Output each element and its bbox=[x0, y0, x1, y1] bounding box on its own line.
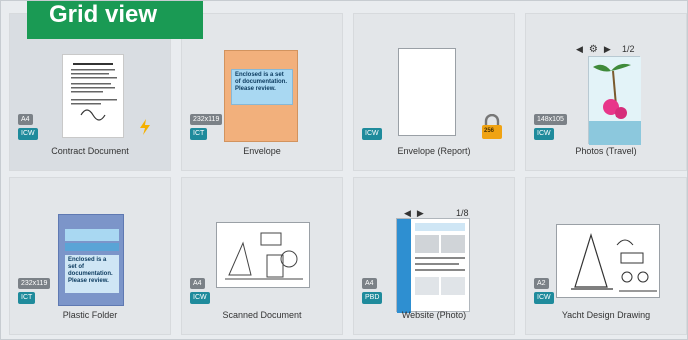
grid-item-plastic-folder[interactable]: Enclosed is a set of documentation. Plea… bbox=[9, 177, 171, 335]
page-counter: 1/8 bbox=[456, 208, 469, 218]
lock-label: 256 bbox=[484, 128, 495, 134]
item-caption: Envelope bbox=[243, 146, 281, 156]
grid-view-panel: A4 ICW Contract Document Enclosed is a s… bbox=[0, 0, 688, 340]
item-caption: Contract Document bbox=[51, 146, 129, 156]
blank-page-thumbnail bbox=[398, 48, 456, 136]
lock-icon: 256 bbox=[480, 113, 504, 140]
size-badge: A4 bbox=[362, 278, 377, 289]
photo-thumbnail bbox=[588, 56, 641, 145]
grid-item-yacht-design-drawing[interactable]: A2 ICW Yacht Design Drawing bbox=[525, 177, 687, 335]
website-thumbnail bbox=[396, 218, 470, 313]
format-badge: PBD bbox=[362, 292, 383, 304]
size-badge: A4 bbox=[190, 278, 205, 289]
item-caption: Plastic Folder bbox=[62, 310, 118, 320]
grid-item-envelope-report[interactable]: 256 ICW Envelope (Report) bbox=[353, 13, 515, 171]
scan-thumbnail bbox=[216, 222, 310, 288]
size-badge: A2 bbox=[534, 278, 549, 289]
format-badge: ICW bbox=[18, 128, 38, 140]
gear-icon[interactable]: ⚙ bbox=[589, 44, 598, 55]
drawing-thumbnail bbox=[556, 224, 660, 298]
format-badge: ICW bbox=[534, 128, 554, 140]
item-caption: Website (Photo) bbox=[401, 310, 467, 320]
page-counter: 1/2 bbox=[622, 44, 635, 54]
thumbnail-grid: A4 ICW Contract Document Enclosed is a s… bbox=[9, 13, 687, 335]
size-badge: 232x119 bbox=[18, 278, 51, 289]
folder-thumbnail: Enclosed is a set of documentation. Plea… bbox=[58, 214, 124, 306]
size-badge: 232x119 bbox=[190, 114, 223, 125]
format-badge: ICW bbox=[190, 292, 210, 304]
folder-text: Enclosed is a set of documentation. Plea… bbox=[65, 255, 119, 293]
size-badge: 148x105 bbox=[534, 114, 567, 125]
envelope-thumbnail: Enclosed is a set of documentation. Plea… bbox=[224, 50, 298, 142]
grid-item-photos-travel[interactable]: ◀ ⚙ ▶ 1/2 148x105 ICW Photos (Travel) bbox=[525, 13, 687, 171]
document-thumbnail bbox=[62, 54, 124, 138]
lightning-icon bbox=[136, 118, 154, 136]
envelope-text: Enclosed is a set of documentation. Plea… bbox=[231, 69, 293, 105]
grid-item-website-photo[interactable]: ◀ ▶ 1/8 A4 PBD Website (Photo) bbox=[353, 177, 515, 335]
grid-view-banner: Grid view bbox=[27, 1, 203, 39]
size-badge: A4 bbox=[18, 114, 33, 125]
format-badge: ICT bbox=[190, 128, 208, 140]
page-navigation: ◀ ⚙ ▶ bbox=[576, 44, 611, 55]
format-badge: ICW bbox=[362, 128, 382, 140]
item-caption: Envelope (Report) bbox=[397, 146, 471, 156]
item-caption: Yacht Design Drawing bbox=[561, 310, 651, 320]
grid-item-envelope[interactable]: Enclosed is a set of documentation. Plea… bbox=[181, 13, 343, 171]
item-caption: Scanned Document bbox=[222, 310, 302, 320]
grid-item-scanned-document[interactable]: A4 ICW Scanned Document bbox=[181, 177, 343, 335]
format-badge: ICW bbox=[534, 292, 554, 304]
previous-page-icon[interactable]: ◀ bbox=[576, 44, 583, 55]
item-caption: Photos (Travel) bbox=[575, 146, 637, 156]
banner-title: Grid view bbox=[49, 1, 158, 28]
format-badge: ICT bbox=[18, 292, 36, 304]
next-page-icon[interactable]: ▶ bbox=[604, 44, 611, 55]
